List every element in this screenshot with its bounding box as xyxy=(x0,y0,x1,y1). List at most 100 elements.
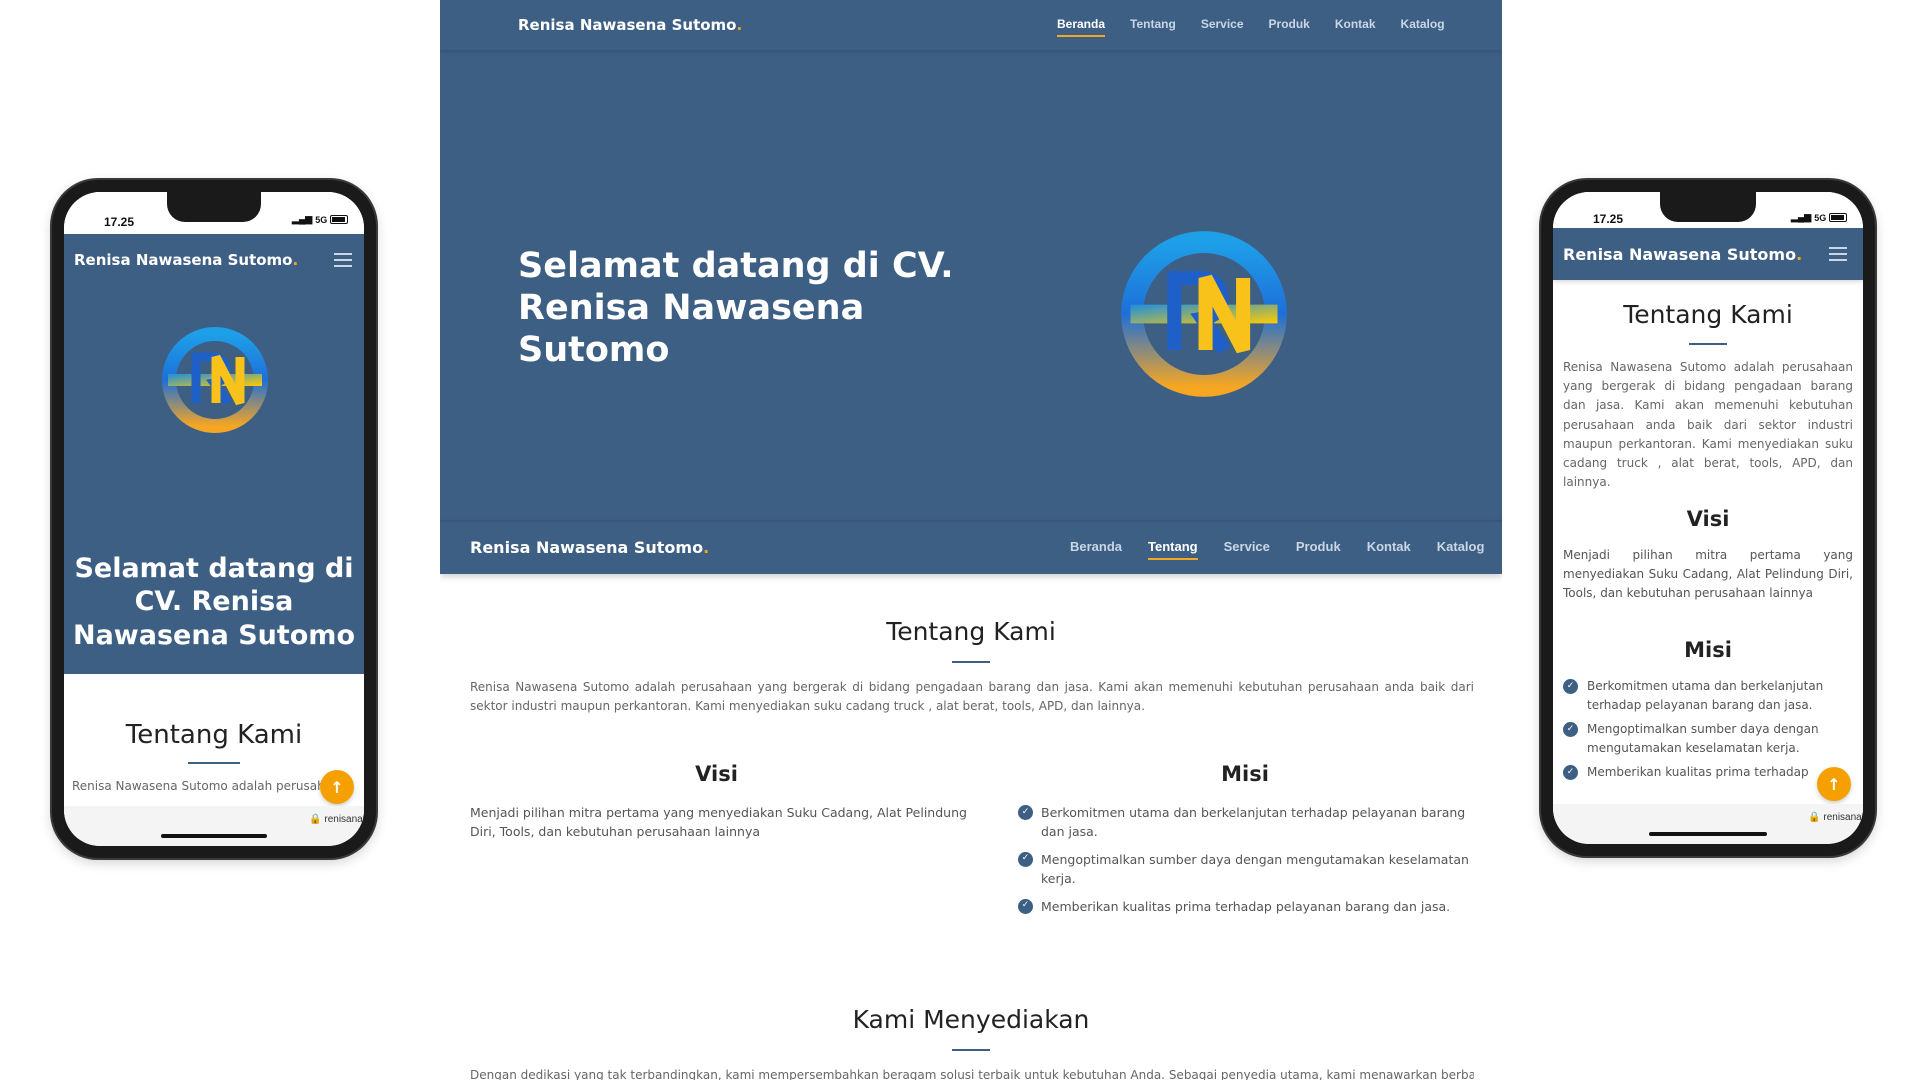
misi-item: ✓ Mengoptimalkan sumber daya dengan meng… xyxy=(1563,720,1853,757)
check-circle-icon: ✓ xyxy=(1563,679,1578,694)
hamburger-menu-icon[interactable] xyxy=(334,253,352,267)
hero-title-line: Renisa Nawasena xyxy=(518,288,865,328)
mobile-hero-title: Selamat datang di CV. Renisa Nawasena Su… xyxy=(64,552,364,652)
brand-name: Renisa Nawasena Sutomo xyxy=(518,16,737,34)
nav-kontak[interactable]: Kontak xyxy=(1367,539,1411,554)
misi-item-text: Berkomitmen utama dan berkelanjutan terh… xyxy=(1587,679,1824,712)
phone-notch xyxy=(167,192,261,222)
misi-item-text: Memberikan kualitas prima terhadap xyxy=(1587,765,1809,780)
phone-screen-right: 17.25 ▂▄▆ 5G Renisa Nawasena Sutomo. Ten… xyxy=(1553,192,1863,844)
hero-title-line: Selamat datang di CV. xyxy=(518,246,954,286)
showcase-canvas: 17.25 ▂▄▆ 5G Renisa Nawasena Sutomo. Sel… xyxy=(0,0,1920,1080)
brand-logo-text[interactable]: Renisa Nawasena Sutomo. xyxy=(470,538,709,557)
top-navbar: Renisa Nawasena Sutomo. Beranda Tentang … xyxy=(440,0,1502,50)
status-bar: 17.25 ▂▄▆ 5G xyxy=(64,192,364,234)
sticky-nav-menu: Beranda Tentang Service Produk Kontak Ka… xyxy=(1070,539,1485,560)
signal-indicator: ▂▄▆ 5G xyxy=(1791,212,1848,223)
nav-produk[interactable]: Produk xyxy=(1296,539,1341,554)
title-underline xyxy=(952,1049,990,1051)
hero-section: Renisa Nawasena Sutomo. Beranda Tentang … xyxy=(440,0,1502,520)
browser-url-bar[interactable]: 🔒 renisanawasena.com xyxy=(64,806,364,846)
misi-item-text: Berkomitmen utama dan berkelanjutan terh… xyxy=(1041,805,1466,840)
check-circle-icon: ✓ xyxy=(1018,851,1033,867)
misi-item-text: Mengoptimalkan sumber daya dengan mengut… xyxy=(1587,722,1819,755)
brand-logo-text[interactable]: Renisa Nawasena Sutomo. xyxy=(1563,245,1802,264)
mobile-about-text: Renisa Nawasena Sutomo adalah perusahaan… xyxy=(1563,360,1853,490)
arrow-up-icon: ↑ xyxy=(1827,774,1841,794)
signal-bars-icon: ▂▄▆ xyxy=(1791,212,1812,222)
brand-dot: . xyxy=(292,251,299,269)
back-to-top-button[interactable]: ↑ xyxy=(1817,767,1851,801)
brand-dot: . xyxy=(1796,245,1803,264)
visi-text: Menjadi pilihan mitra pertama yang menye… xyxy=(470,805,967,840)
battery-icon xyxy=(1829,213,1848,222)
phone-screen-left: 17.25 ▂▄▆ 5G Renisa Nawasena Sutomo. Sel… xyxy=(64,192,364,846)
status-time: 17.25 xyxy=(104,215,135,229)
status-time: 17.25 xyxy=(1593,212,1624,226)
signal-indicator: ▂▄▆ 5G xyxy=(292,214,349,225)
nav-tentang[interactable]: Tentang xyxy=(1130,17,1176,31)
battery-icon xyxy=(330,215,349,224)
mobile-about-text: Renisa Nawasena Sutomo adalah perusahaan xyxy=(72,779,348,793)
nav-beranda[interactable]: Beranda xyxy=(1070,539,1122,554)
network-type: 5G xyxy=(1814,212,1827,223)
title-underline xyxy=(952,661,990,663)
title-underline xyxy=(188,762,240,764)
rns-logo-icon xyxy=(1121,231,1287,397)
misi-item: ✓ Berkomitmen utama dan berkelanjutan te… xyxy=(1563,677,1853,714)
title-underline xyxy=(1689,343,1727,345)
check-circle-icon: ✓ xyxy=(1018,898,1033,914)
mobile-about-title: Tentang Kami xyxy=(125,720,303,750)
mobile-navbar: Renisa Nawasena Sutomo. xyxy=(64,234,364,286)
nav-service[interactable]: Service xyxy=(1224,539,1270,554)
back-to-top-button[interactable]: ↑ xyxy=(320,770,354,804)
signal-bars-icon: ▂▄▆ xyxy=(292,214,313,224)
services-title: Kami Menyediakan xyxy=(852,1005,1090,1034)
phone-mockup-left: 17.25 ▂▄▆ 5G Renisa Nawasena Sutomo. Sel… xyxy=(52,180,376,858)
brand-name: Renisa Nawasena Sutomo xyxy=(74,251,293,269)
nav-kontak[interactable]: Kontak xyxy=(1335,17,1376,31)
phone-notch xyxy=(1660,192,1756,222)
misi-item: ✓ Memberikan kualitas prima terhadap xyxy=(1563,763,1853,782)
brand-dot: . xyxy=(703,538,710,557)
phone-mockup-right: 17.25 ▂▄▆ 5G Renisa Nawasena Sutomo. Ten… xyxy=(1541,180,1875,856)
about-text: Renisa Nawasena Sutomo adalah perusahaan… xyxy=(470,680,1474,713)
home-indicator[interactable] xyxy=(161,834,267,838)
misi-item-text: Memberikan kualitas prima terhadap pelay… xyxy=(1041,898,1451,914)
rns-logo-icon xyxy=(162,327,268,433)
network-type: 5G xyxy=(315,214,328,225)
brand-logo-text[interactable]: Renisa Nawasena Sutomo. xyxy=(518,16,742,34)
brand-name: Renisa Nawasena Sutomo xyxy=(470,538,704,557)
arrow-up-icon: ↑ xyxy=(330,777,344,797)
sticky-navbar: Renisa Nawasena Sutomo. Beranda Tentang … xyxy=(440,520,1502,574)
hero-title-line: Sutomo xyxy=(518,330,670,370)
hero-title-line: CV. Renisa xyxy=(134,586,294,618)
nav-katalog[interactable]: Katalog xyxy=(1437,539,1485,554)
browser-url-bar[interactable]: 🔒 renisanawasena.com xyxy=(1553,804,1863,844)
home-indicator[interactable] xyxy=(1649,832,1767,836)
nav-tentang[interactable]: Tentang xyxy=(1148,539,1198,560)
hero-title-line: Nawasena Sutomo xyxy=(72,619,355,651)
desktop-mockup: Renisa Nawasena Sutomo. Beranda Tentang … xyxy=(440,0,1502,1080)
hamburger-menu-icon[interactable] xyxy=(1829,247,1847,261)
nav-service[interactable]: Service xyxy=(1201,17,1244,31)
url-value: renisanawasena.com xyxy=(324,814,364,825)
hero-title: Selamat datang di CV. Renisa Nawasena Su… xyxy=(518,245,954,371)
misi-item: ✓ Memberikan kualitas prima terhadap pel… xyxy=(1018,897,1478,916)
nav-produk[interactable]: Produk xyxy=(1269,17,1310,31)
url-text: 🔒 renisanawasena.com xyxy=(1708,812,1863,823)
services-text: Dengan dedikasi yang tak terbandingkan, … xyxy=(470,1068,1474,1080)
brand-logo-text[interactable]: Renisa Nawasena Sutomo. xyxy=(74,251,298,269)
top-nav-menu: Beranda Tentang Service Produk Kontak Ka… xyxy=(1057,17,1445,37)
nav-beranda[interactable]: Beranda xyxy=(1057,17,1106,37)
brand-dot: . xyxy=(736,16,743,34)
brand-name: Renisa Nawasena Sutomo xyxy=(1563,245,1797,264)
mobile-misi-list: ✓ Berkomitmen utama dan berkelanjutan te… xyxy=(1563,677,1853,782)
check-circle-icon: ✓ xyxy=(1563,765,1578,781)
mobile-navbar: Renisa Nawasena Sutomo. xyxy=(1553,228,1863,280)
nav-katalog[interactable]: Katalog xyxy=(1401,17,1445,31)
misi-item: ✓ Berkomitmen utama dan berkelanjutan te… xyxy=(1018,803,1478,842)
misi-item-text: Mengoptimalkan sumber daya dengan mengut… xyxy=(1041,851,1469,887)
misi-list: ✓ Berkomitmen utama dan berkelanjutan te… xyxy=(1018,803,1478,916)
hero-title-line: Selamat datang di xyxy=(74,553,354,584)
